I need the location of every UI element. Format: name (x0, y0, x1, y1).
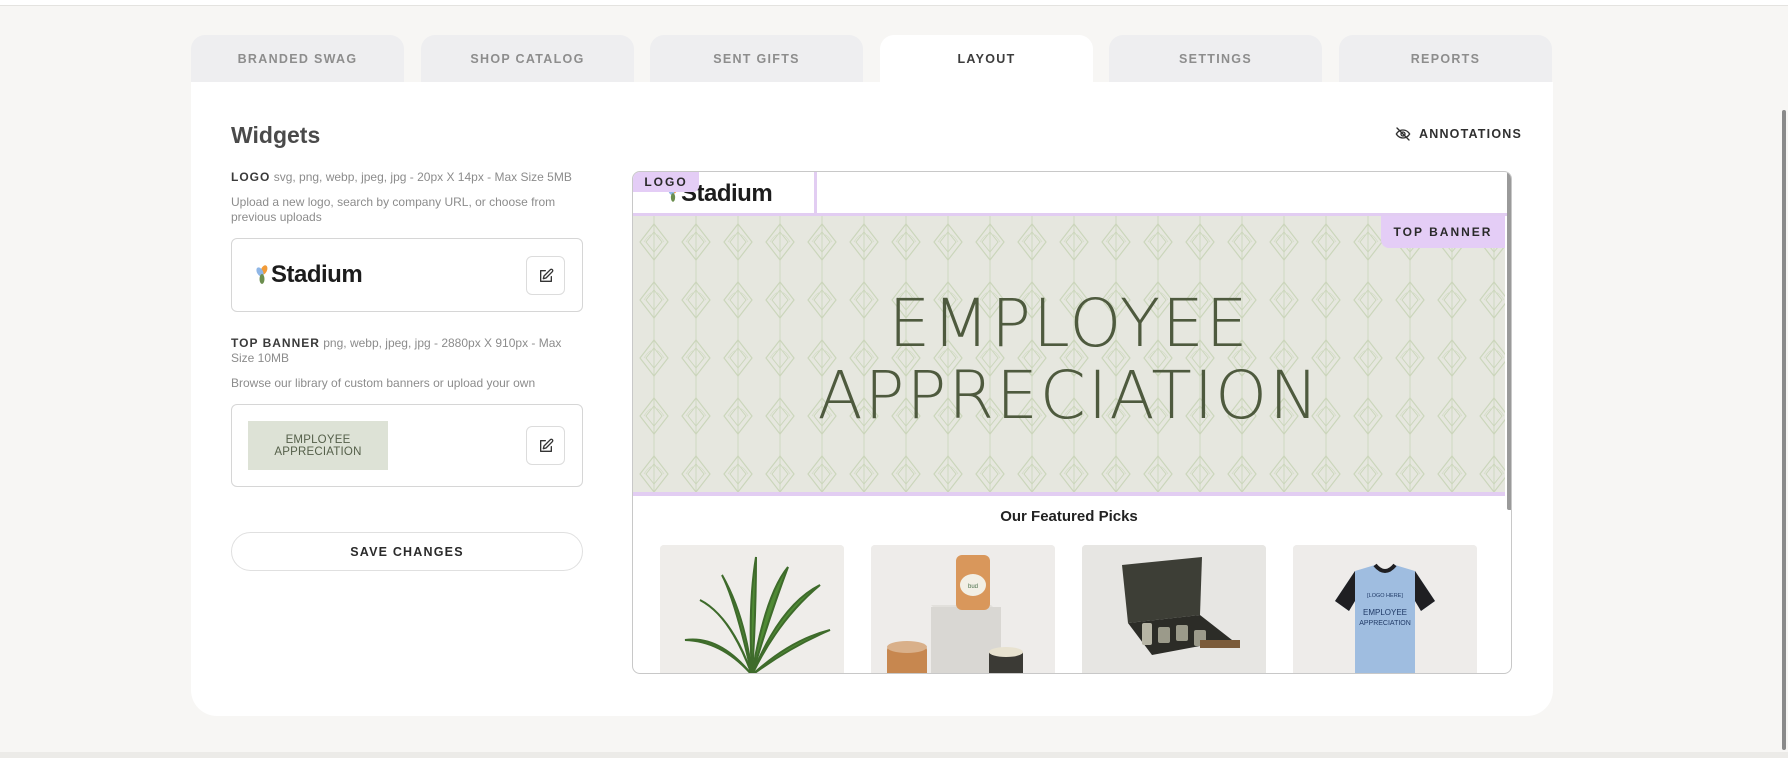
eye-off-icon (1395, 127, 1411, 141)
tab-reports[interactable]: REPORTS (1339, 35, 1552, 83)
save-changes-button[interactable]: SAVE CHANGES (231, 532, 583, 571)
logo-annotation-tag: LOGO (633, 172, 699, 192)
featured-picks-title: Our Featured Picks (1000, 508, 1138, 525)
logo-label: LOGO (231, 170, 271, 184)
banner-thumb-line2: APPRECIATION (274, 445, 362, 458)
preview-scrollbar[interactable] (1507, 172, 1511, 510)
banner-field-label: TOP BANNER png, webp, jpeg, jpg - 2880px… (231, 336, 585, 366)
jersey-line1: EMPLOYEE (1363, 608, 1407, 617)
tab-sent-gifts[interactable]: SENT GIFTS (650, 35, 863, 83)
banner-thumb-line1: EMPLOYEE (285, 433, 351, 446)
product-card-whiskey-set[interactable] (1082, 545, 1266, 673)
bottom-divider (0, 752, 1788, 758)
preview-top-banner[interactable]: EMPLOYEE APPRECIATION TOP BANNER (633, 216, 1505, 496)
page-title: Widgets (231, 122, 321, 148)
logo-upload-box[interactable]: Stadium (231, 238, 583, 312)
product-card-jersey[interactable]: [LOGO HERE] EMPLOYEE APPRECIATION (1293, 545, 1477, 673)
candles-image: bud (871, 545, 1055, 673)
tab-shop-catalog[interactable]: SHOP CATALOG (421, 35, 634, 83)
annotations-toggle[interactable]: ANNOTATIONS (1395, 126, 1522, 142)
top-divider (0, 0, 1788, 6)
preview-header: Stadium LOGO (633, 172, 1511, 216)
jersey-image: [LOGO HERE] EMPLOYEE APPRECIATION (1293, 545, 1477, 673)
logo-field-label: LOGO svg, png, webp, jpeg, jpg - 20px X … (231, 170, 585, 185)
logo-brand-text: Stadium (271, 261, 363, 288)
banner-headline: EMPLOYEE APPRECIATION (633, 288, 1505, 432)
product-card-candles[interactable]: bud (871, 545, 1055, 673)
banner-upload-box[interactable]: EMPLOYEE APPRECIATION (231, 404, 583, 487)
banner-label: TOP BANNER (231, 336, 320, 350)
whiskey-set-image (1082, 545, 1266, 673)
layout-preview: Stadium LOGO EMPLOYEE APPRECIATION TOP B… (632, 171, 1512, 674)
svg-text:bud: bud (968, 584, 978, 590)
top-banner-annotation-tag: TOP BANNER (1381, 216, 1505, 248)
jersey-logo-text: [LOGO HERE] (1367, 593, 1403, 599)
annotations-label: ANNOTATIONS (1419, 127, 1523, 141)
tab-layout[interactable]: LAYOUT (880, 35, 1093, 83)
layout-panel: Widgets ANNOTATIONS LOGO svg, png, webp,… (191, 82, 1553, 716)
logo-spec: svg, png, webp, jpeg, jpg - 20px X 14px … (273, 170, 572, 184)
jersey-line2: APPRECIATION (1359, 620, 1411, 627)
tab-bar: BRANDED SWAG SHOP CATALOG SENT GIFTS LAY… (191, 35, 1553, 83)
company-logo: Stadium (255, 261, 363, 289)
edit-icon (539, 268, 553, 282)
edit-logo-button[interactable] (526, 256, 565, 295)
banner-thumbnail: EMPLOYEE APPRECIATION (248, 421, 388, 470)
stadium-flower-icon (256, 265, 268, 284)
tab-branded-swag[interactable]: BRANDED SWAG (191, 35, 404, 83)
edit-banner-button[interactable] (526, 426, 565, 465)
plant-image (660, 545, 844, 673)
tab-settings[interactable]: SETTINGS (1109, 35, 1322, 83)
banner-line2: APPRECIATION (817, 357, 1321, 434)
banner-hint: Browse our library of custom banners or … (231, 376, 536, 390)
edit-icon (539, 438, 553, 452)
page-scrollbar[interactable] (1782, 110, 1786, 750)
banner-line1: EMPLOYEE (888, 285, 1250, 362)
product-card-plant[interactable] (660, 545, 844, 673)
logo-hint: Upload a new logo, search by company URL… (231, 195, 556, 224)
